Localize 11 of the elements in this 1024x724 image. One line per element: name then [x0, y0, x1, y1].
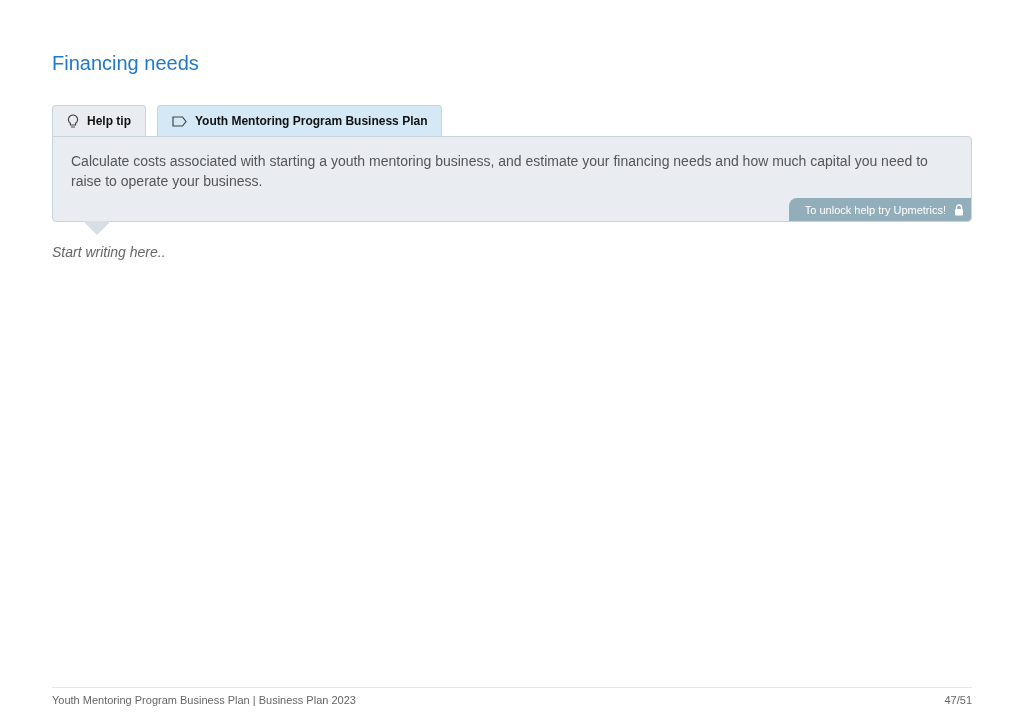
page-number: 47/51: [944, 694, 972, 706]
tag-icon: [172, 115, 187, 127]
lock-icon: [954, 204, 964, 216]
tab[interactable]: Help tip: [52, 105, 146, 136]
section-title: Financing needs: [52, 52, 200, 75]
help-text: Calculate costs associated with starting a youth mentoring business, and estimate your financing needs and how much capital you need to raise to operate your business.: [71, 152, 929, 191]
footer-text: Youth Mentoring Program Business Plan | Business Plan 2023: [52, 694, 356, 706]
tab[interactable]: Youth Mentoring Program Business Plan: [157, 105, 443, 136]
editor-field[interactable]: Start writing here..: [52, 244, 352, 260]
lightbulb-icon: [67, 113, 79, 129]
panel-pointer: [83, 221, 111, 235]
